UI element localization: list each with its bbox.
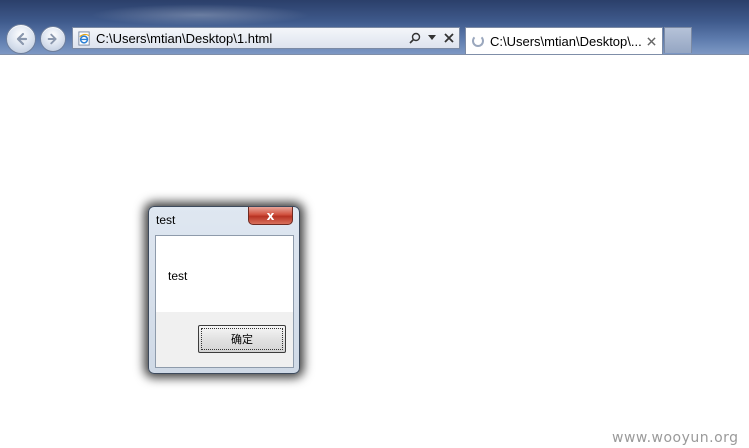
back-button[interactable] <box>6 24 36 54</box>
stop-icon[interactable] <box>442 30 456 46</box>
search-icon[interactable] <box>408 30 422 46</box>
dialog-body: test 确定 <box>155 235 294 368</box>
new-tab-button[interactable] <box>664 27 692 53</box>
ie-page-icon <box>76 30 92 46</box>
watermark: www.wooyun.org <box>612 430 739 446</box>
tab-close-icon[interactable] <box>644 34 658 48</box>
address-bar[interactable]: C:\Users\mtian\Desktop\1.html <box>72 27 460 49</box>
dialog-close-button[interactable]: x <box>248 207 293 225</box>
dialog-message-area: test <box>156 236 293 312</box>
alert-dialog: test x test 确定 <box>148 206 300 374</box>
back-arrow-icon <box>16 32 28 46</box>
tab-title: C:\Users\mtian\Desktop\... <box>490 33 642 49</box>
forward-arrow-icon <box>47 33 57 45</box>
dialog-message: test <box>168 269 188 283</box>
dropdown-icon[interactable] <box>425 30 439 46</box>
ok-button[interactable]: 确定 <box>198 325 286 353</box>
address-input[interactable]: C:\Users\mtian\Desktop\1.html <box>96 31 408 46</box>
ok-button-label: 确定 <box>231 333 253 346</box>
taskbar-glow <box>90 4 310 26</box>
loading-spinner-icon <box>472 35 484 47</box>
forward-button[interactable] <box>40 26 66 52</box>
browser-tab-active[interactable]: C:\Users\mtian\Desktop\... <box>465 27 663 54</box>
dialog-title: test <box>156 213 176 227</box>
close-icon: x <box>266 208 275 223</box>
browser-toolbar: C:\Users\mtian\Desktop\1.html C:\Users\m… <box>0 0 749 55</box>
